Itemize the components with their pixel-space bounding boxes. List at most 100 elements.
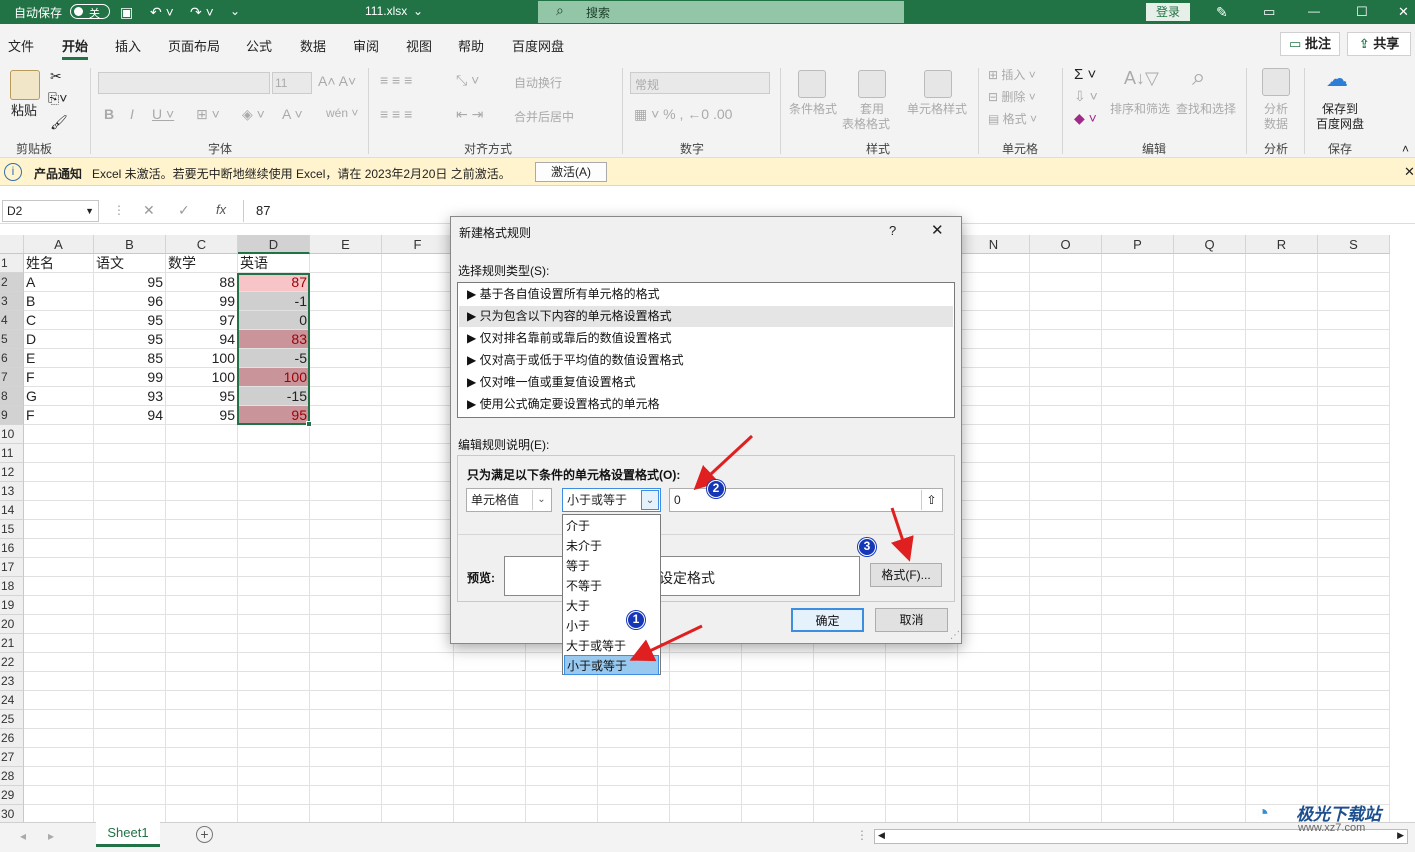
- row-header[interactable]: 6: [0, 349, 24, 368]
- cell[interactable]: [382, 558, 454, 577]
- cell[interactable]: [238, 710, 310, 729]
- cell[interactable]: [382, 615, 454, 634]
- cell[interactable]: [1030, 653, 1102, 672]
- cell[interactable]: [1246, 672, 1318, 691]
- border-icon[interactable]: ⊞ ˅: [196, 106, 220, 123]
- cell[interactable]: [310, 596, 382, 615]
- cell[interactable]: [1318, 634, 1390, 653]
- cell[interactable]: 99: [94, 368, 166, 387]
- cell[interactable]: [382, 634, 454, 653]
- conditional-format-icon[interactable]: [798, 70, 826, 98]
- cell[interactable]: [526, 710, 598, 729]
- cell[interactable]: [814, 653, 886, 672]
- cell[interactable]: [1174, 520, 1246, 539]
- undo-icon[interactable]: ↶ ˅: [150, 4, 174, 21]
- cell[interactable]: [1102, 729, 1174, 748]
- row-header[interactable]: 9: [0, 406, 24, 425]
- chevron-down-icon[interactable]: ▼: [85, 201, 94, 221]
- cell[interactable]: [310, 444, 382, 463]
- cell[interactable]: [1246, 653, 1318, 672]
- cell[interactable]: [1318, 292, 1390, 311]
- cell[interactable]: [1030, 577, 1102, 596]
- cell[interactable]: [382, 520, 454, 539]
- cell[interactable]: [1318, 349, 1390, 368]
- cell[interactable]: [310, 653, 382, 672]
- rule-type-item[interactable]: ▶ 基于各自值设置所有单元格的格式: [459, 284, 953, 305]
- cell[interactable]: [238, 501, 310, 520]
- cell[interactable]: D: [24, 330, 94, 349]
- cell[interactable]: [1318, 767, 1390, 786]
- cell[interactable]: [1174, 330, 1246, 349]
- row-header[interactable]: 12: [0, 463, 24, 482]
- tab-view[interactable]: 视图: [406, 36, 432, 55]
- cell[interactable]: [24, 425, 94, 444]
- cell[interactable]: [24, 653, 94, 672]
- analyze-data-icon[interactable]: [1262, 68, 1290, 96]
- cell[interactable]: [1246, 710, 1318, 729]
- cell[interactable]: [382, 577, 454, 596]
- cell[interactable]: [670, 786, 742, 805]
- cell[interactable]: F: [24, 406, 94, 425]
- row-header[interactable]: 21: [0, 634, 24, 653]
- cell[interactable]: [382, 653, 454, 672]
- cell[interactable]: [1030, 520, 1102, 539]
- cell[interactable]: [24, 748, 94, 767]
- cell[interactable]: [310, 292, 382, 311]
- cell[interactable]: [814, 672, 886, 691]
- cell[interactable]: [238, 444, 310, 463]
- cell[interactable]: [1102, 596, 1174, 615]
- cell[interactable]: [382, 425, 454, 444]
- cell[interactable]: [1246, 615, 1318, 634]
- cell[interactable]: [310, 463, 382, 482]
- header-cell[interactable]: 语文: [94, 254, 166, 273]
- cell[interactable]: [958, 520, 1030, 539]
- cell[interactable]: [1246, 539, 1318, 558]
- table-format-label-2[interactable]: 表格格式: [842, 115, 890, 132]
- resize-grip-icon[interactable]: ⋰: [950, 630, 960, 641]
- cancel-button[interactable]: 取消: [875, 608, 948, 632]
- cell[interactable]: [238, 634, 310, 653]
- cell[interactable]: [814, 767, 886, 786]
- cell[interactable]: [958, 767, 1030, 786]
- cell[interactable]: [1030, 330, 1102, 349]
- close-icon[interactable]: ✕: [1398, 4, 1409, 20]
- cell[interactable]: [1102, 482, 1174, 501]
- cell[interactable]: [886, 767, 958, 786]
- bold-icon[interactable]: B: [104, 106, 114, 122]
- row-header[interactable]: 10: [0, 425, 24, 444]
- cell[interactable]: [1174, 292, 1246, 311]
- cell[interactable]: [238, 539, 310, 558]
- cell[interactable]: [1030, 406, 1102, 425]
- cell[interactable]: [886, 710, 958, 729]
- cell[interactable]: [670, 729, 742, 748]
- operator-option[interactable]: 介于: [564, 516, 659, 536]
- cell[interactable]: [94, 577, 166, 596]
- cell[interactable]: [166, 463, 238, 482]
- row-header[interactable]: 11: [0, 444, 24, 463]
- operator-option[interactable]: 不等于: [564, 576, 659, 596]
- row-header[interactable]: 20: [0, 615, 24, 634]
- cell[interactable]: [1318, 387, 1390, 406]
- cell[interactable]: [958, 653, 1030, 672]
- cell[interactable]: [454, 710, 526, 729]
- cell[interactable]: [1030, 539, 1102, 558]
- cell[interactable]: 95: [94, 311, 166, 330]
- cell[interactable]: [1246, 748, 1318, 767]
- cell[interactable]: [1318, 653, 1390, 672]
- currency-icon[interactable]: ▦ ˅ % , ←0 .00: [634, 106, 732, 123]
- cell[interactable]: [1030, 501, 1102, 520]
- cell[interactable]: [1246, 387, 1318, 406]
- cell[interactable]: [598, 691, 670, 710]
- cell[interactable]: [1174, 691, 1246, 710]
- cell[interactable]: [24, 539, 94, 558]
- cell[interactable]: [1246, 558, 1318, 577]
- autosum-icon[interactable]: Σ ˅: [1074, 66, 1096, 83]
- row-header[interactable]: 26: [0, 729, 24, 748]
- header-cell[interactable]: 英语: [238, 254, 310, 273]
- cell[interactable]: [94, 520, 166, 539]
- cell[interactable]: [1246, 406, 1318, 425]
- ok-button[interactable]: 确定: [791, 608, 864, 632]
- cell-value-select[interactable]: 单元格值 ⌄: [466, 488, 552, 512]
- grow-font-icon[interactable]: A˄ A˅: [318, 73, 356, 89]
- cell[interactable]: [94, 748, 166, 767]
